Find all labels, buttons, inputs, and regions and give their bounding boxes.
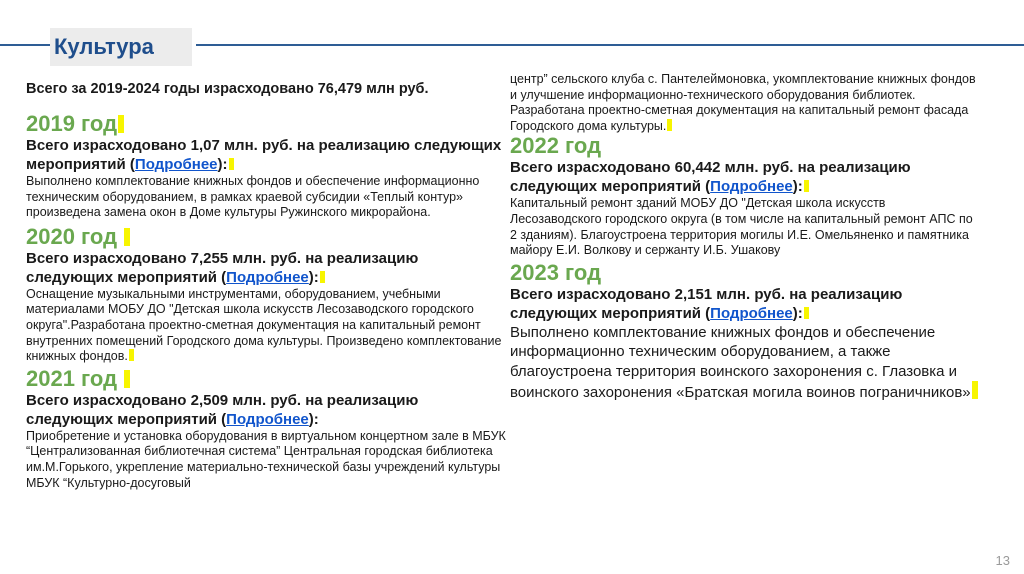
highlight-mark [124, 369, 131, 388]
year-summary: Всего израсходовано 60,442 млн. руб. на … [510, 158, 980, 196]
more-link[interactable]: Подробнее [226, 269, 309, 286]
summary-suffix: ): [217, 156, 228, 173]
year-block-2020: 2020 год Всего израсходовано 7,255 млн. … [26, 223, 506, 365]
header-rule-right [196, 44, 1024, 46]
highlight-mark [118, 115, 125, 133]
year-description: Капитальный ремонт зданий МОБУ ДО "Детск… [510, 196, 973, 258]
more-link[interactable]: Подробнее [710, 305, 793, 322]
summary-suffix: ): [308, 268, 319, 286]
year-heading: 2021 год [26, 365, 506, 391]
summary-suffix: ): [792, 304, 803, 322]
summary-text: Всего израсходовано 2,151 млн. руб. на р… [510, 285, 903, 322]
more-link[interactable]: Подробнее [226, 411, 309, 428]
year-label: 2020 год [26, 223, 118, 249]
year-summary: Всего израсходовано 2,151 млн. руб. на р… [510, 285, 980, 323]
left-column: Всего за 2019-2024 годы израсходовано 76… [26, 74, 506, 491]
year-heading: 2019 год [26, 112, 506, 136]
year-label: 2019 год [26, 111, 118, 136]
more-link[interactable]: Подробнее [135, 156, 218, 173]
year-block-2023: 2023 год Всего израсходовано 2,151 млн. … [510, 259, 980, 403]
year-description: Выполнено комплектование книжных фондов … [510, 323, 980, 403]
right-column: центр” сельского клуба с. Пантелеймоновк… [510, 72, 980, 403]
summary-suffix: ): [308, 410, 319, 428]
total-summary: Всего за 2019-2024 годы израсходовано 76… [26, 81, 429, 97]
page-title: Культура [54, 34, 154, 59]
year-description-continued: центр” сельского клуба с. Пантелеймоновк… [510, 72, 980, 134]
highlight-mark [803, 180, 809, 193]
description-text: Оснащение музыкальными инструментами, об… [26, 286, 502, 364]
highlight-mark [971, 381, 978, 400]
page-number: 13 [995, 553, 1010, 568]
summary-text: Всего израсходовано 2,509 млн. руб. на р… [26, 391, 419, 428]
year-label: 2021 год [26, 365, 118, 391]
year-heading: 2020 год [26, 223, 506, 249]
year-description: Выполнено комплектование книжных фондов … [26, 174, 480, 220]
summary-text: Всего израсходовано 7,255 млн. руб. на р… [26, 249, 419, 286]
year-summary: Всего израсходовано 1,07 млн. руб. на ре… [26, 136, 506, 174]
year-block-2021: 2021 год Всего израсходовано 2,509 млн. … [26, 365, 506, 491]
year-block-2022: 2022 год Всего израсходовано 60,442 млн.… [510, 134, 980, 258]
description-text: центр” сельского клуба с. Пантелеймоновк… [510, 72, 976, 133]
highlight-mark [319, 270, 325, 283]
highlight-mark [128, 349, 134, 362]
more-link[interactable]: Подробнее [710, 178, 793, 195]
year-description: Оснащение музыкальными инструментами, об… [26, 287, 506, 365]
year-heading: 2022 год [510, 133, 602, 159]
highlight-mark [667, 118, 673, 131]
year-description: Приобретение и установка оборудования в … [26, 428, 506, 490]
highlight-mark [124, 227, 131, 246]
year-heading: 2023 год [510, 259, 602, 285]
description-text: Выполнено комплектование книжных фондов … [510, 323, 971, 402]
year-block-2019: 2019 год Всего израсходовано 1,07 млн. р… [26, 112, 506, 221]
header-rule-left [0, 44, 50, 46]
summary-suffix: ): [792, 178, 803, 196]
highlight-mark [228, 158, 234, 170]
summary-text: Всего израсходовано 1,07 млн. руб. на ре… [26, 137, 502, 173]
highlight-mark [803, 306, 809, 319]
year-summary: Всего израсходовано 7,255 млн. руб. на р… [26, 249, 506, 287]
year-summary: Всего израсходовано 2,509 млн. руб. на р… [26, 391, 506, 429]
